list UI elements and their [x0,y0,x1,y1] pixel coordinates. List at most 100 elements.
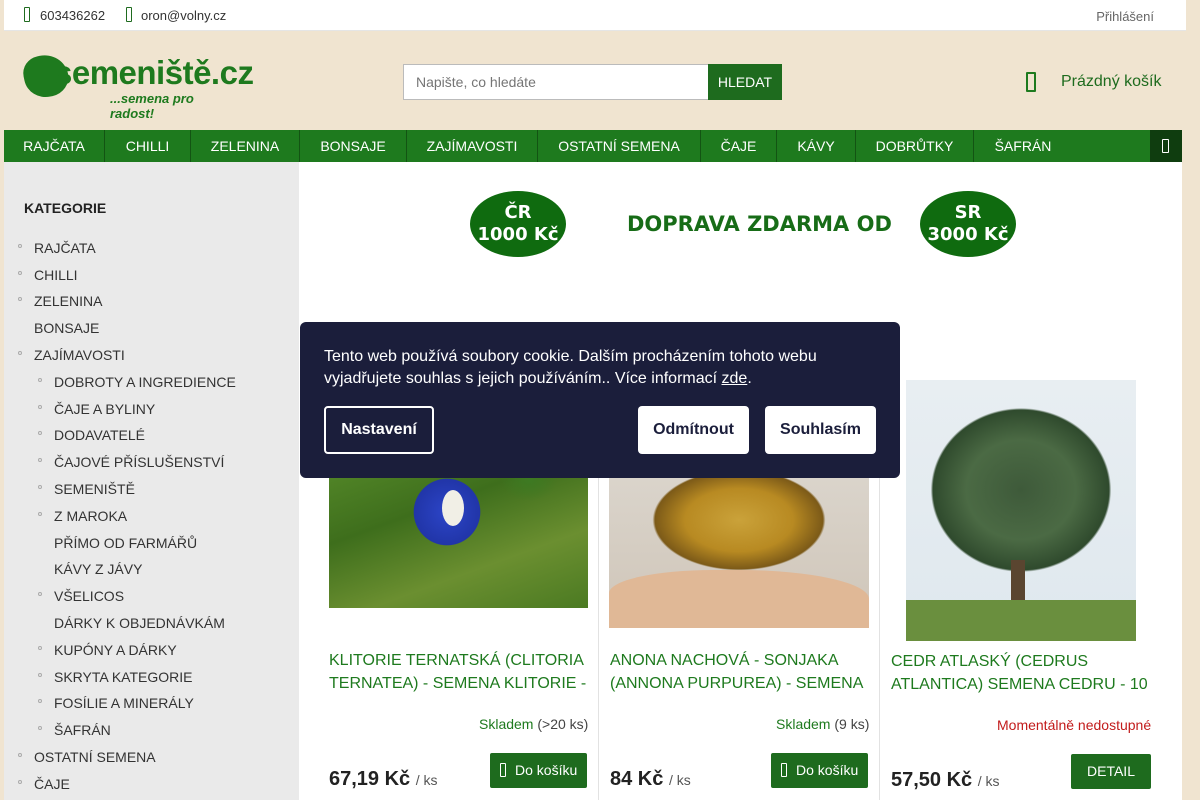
site-logo[interactable]: semeniště.cz ...semena pro radost! [20,50,254,121]
nav-item-ostatni-semena[interactable]: OSTATNÍ SEMENA [538,130,701,162]
bullet-icon [38,485,42,489]
price-unit: / ks [415,772,438,788]
banner-sr-country: SR [954,202,982,223]
banner-sr-badge: SR 3000 Kč [920,191,1016,257]
nav-item-zelenina[interactable]: ZELENINA [191,130,300,162]
sidebar-item-label: CHILLI [34,267,78,283]
detail-button-cedr[interactable]: DETAIL [1071,754,1151,789]
cart-icon [500,763,506,777]
nav-more-button[interactable] [1150,130,1182,162]
sidebar-item-caje[interactable]: ČAJE [18,776,70,792]
logo-tagline: ...semena pro radost! [110,91,194,121]
bullet-icon [18,244,22,248]
cart-label[interactable]: Prázdný košík [1061,73,1161,91]
main-nav: RAJČATA CHILLI ZELENINA BONSAJE ZAJÍMAVO… [4,130,1182,162]
sidebar-item-skryta[interactable]: SKRYTA KATEGORIE [38,669,193,685]
product-stock-cedr: Momentálně nedostupné [997,717,1151,733]
add-to-cart-button-anona[interactable]: Do košíku [771,753,869,788]
bullet-icon [38,726,42,730]
sidebar-item-label: FOSÍLIE A MINERÁLY [54,695,194,711]
cart-icon [781,763,787,777]
stock-qty: (9 ks) [834,716,870,732]
sidebar-item-zajimavosti[interactable]: ZAJÍMAVOSTI [18,347,125,363]
sidebar-item-label: SEMENIŠTĚ [54,481,135,497]
bullet-icon [38,431,42,435]
sidebar-item-z-maroka[interactable]: Z MAROKA [38,508,127,524]
product-title-cedr[interactable]: CEDR ATLASKÝ (CEDRUS ATLANTICA) SEMENA C… [891,650,1161,698]
phone-number[interactable]: 603436262 [40,8,105,23]
email-link[interactable]: oron@volny.cz [141,8,226,23]
banner-sr-amount: 3000 Kč [927,224,1009,245]
bullet-icon [38,458,42,462]
sidebar-item-label: ZAJÍMAVOSTI [34,347,125,363]
sidebar-item-dodavatele[interactable]: DODAVATELÉ [38,427,145,443]
bullet-icon [38,512,42,516]
price-value: 57,50 Kč [891,769,973,791]
sidebar-item-label: ZELENINA [34,293,103,309]
sidebar-item-rajcata[interactable]: RAJČATA [18,240,96,256]
stock-status: Skladem [479,716,534,732]
cookie-settings-button[interactable]: Nastavení [324,406,434,454]
add-to-cart-button-klitorie[interactable]: Do košíku [490,753,588,788]
sidebar-item-kavy-z-javy[interactable]: KÁVY Z JÁVY [54,561,142,577]
sidebar-item-kupony[interactable]: KUPÓNY A DÁRKY [38,642,177,658]
sidebar-item-safran-sub[interactable]: ŠAFRÁN [38,722,111,738]
sidebar-item-label: BONSAJE [34,320,100,336]
product-divider [879,440,880,800]
sidebar-item-label: VŠELICOS [54,588,125,604]
sidebar-item-cajove-prislusenstvi[interactable]: ČAJOVÉ PŘÍSLUŠENSTVÍ [38,454,224,470]
bullet-icon [38,405,42,409]
sidebar-item-label: KUPÓNY A DÁRKY [54,642,177,658]
sidebar-item-chilli[interactable]: CHILLI [18,267,78,283]
sidebar-item-dobroty[interactable]: DOBROTY A INGREDIENCE [38,374,236,390]
cookie-banner: Tento web používá soubory cookie. Dalším… [300,322,900,478]
sidebar-item-label: ČAJE [34,776,70,792]
nav-item-zajimavosti[interactable]: ZAJÍMAVOSTI [407,130,538,162]
cookie-reject-button[interactable]: Odmítnout [638,406,749,454]
nav-item-kavy[interactable]: KÁVY [777,130,856,162]
login-link[interactable]: Přihlášení [1096,9,1154,24]
stock-status: Skladem [776,716,831,732]
sidebar-item-label: RAJČATA [34,240,96,256]
mail-icon [126,7,132,22]
nav-item-chilli[interactable]: CHILLI [105,130,191,162]
sidebar-item-fosilie[interactable]: FOSÍLIE A MINERÁLY [38,695,194,711]
search-input[interactable] [403,64,709,100]
bullet-icon [18,780,22,784]
sidebar-item-darky[interactable]: DÁRKY K OBJEDNÁVKÁM [54,615,225,631]
sidebar-item-label: DOBROTY A INGREDIENCE [54,374,236,390]
cookie-accept-button[interactable]: Souhlasím [765,406,876,454]
cookie-more-link[interactable]: zde [722,370,748,387]
sidebar-item-caje-byliny[interactable]: ČAJE A BYLINY [38,401,155,417]
sidebar-item-label: SKRYTA KATEGORIE [54,669,193,685]
search-button[interactable]: HLEDAT [708,64,782,100]
bullet-icon [18,753,22,757]
nav-item-dobrutky[interactable]: DOBRŮTKY [856,130,974,162]
nav-item-caje[interactable]: ČAJE [701,130,777,162]
price-value: 67,19 Kč [329,768,411,790]
bullet-icon [38,378,42,382]
phone-icon [24,7,30,22]
bullet-icon [38,592,42,596]
banner-free-shipping: DOPRAVA ZDARMA OD [627,212,892,236]
product-image-cedr[interactable] [906,380,1136,641]
sidebar-item-primo-od-farmaru[interactable]: PŘÍMO OD FARMÁŘŮ [54,535,197,551]
sidebar-item-vselicos[interactable]: VŠELICOS [38,588,125,604]
bullet-icon [38,699,42,703]
nav-item-safran[interactable]: ŠAFRÁN [974,130,1072,162]
nav-item-rajcata[interactable]: RAJČATA [4,130,105,162]
sidebar-item-ostatni-semena[interactable]: OSTATNÍ SEMENA [18,749,156,765]
product-price-anona: 84 Kč / ks [610,768,691,791]
sidebar-item-zelenina[interactable]: ZELENINA [18,293,103,309]
cart-icon[interactable] [1026,72,1036,92]
sidebar-item-bonsaje[interactable]: BONSAJE [34,320,99,336]
stock-status: Momentálně nedostupné [997,717,1152,733]
product-title-klitorie[interactable]: KLITORIE TERNATSKÁ (CLITORIA TERNATEA) -… [329,649,599,697]
sidebar-item-semeniste[interactable]: SEMENIŠTĚ [38,481,135,497]
bullet-icon [38,646,42,650]
banner-cr-badge: ČR 1000 Kč [470,191,566,257]
product-title-anona[interactable]: ANONA NACHOVÁ - SONJAKA (ANNONA PURPUREA… [610,649,880,697]
price-unit: / ks [977,773,1000,789]
nav-item-bonsaje[interactable]: BONSAJE [300,130,407,162]
banner-cr-country: ČR [504,202,532,223]
